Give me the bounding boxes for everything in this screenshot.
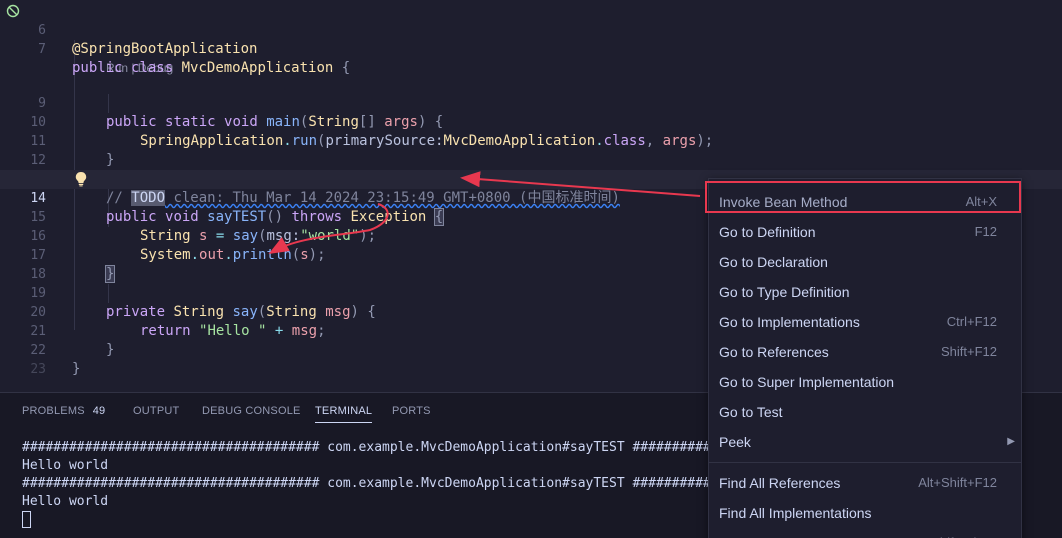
code-line: 13 // TODO clean: Thu Mar 14 2024 23:15:… [0,151,1062,206]
terminal-line: Hello world [22,494,109,509]
menu-item-label: Go to Implementations [719,314,860,330]
context-menu: Invoke Bean Method Alt+X Go to Definitio… [708,178,1022,538]
terminal-line: ###################################### c… [22,440,711,455]
menu-item-find-all-implementations[interactable]: Find All Implementations [709,498,1021,528]
terminal-line: Hello world [22,458,109,473]
code-line: 6 @SpringBootApplication [0,2,1062,57]
code-token: MvcDemoApplication [181,60,334,76]
menu-item-shortcut: Alt+Shift+F12 [918,475,997,490]
menu-item-label: Find All Implementations [719,505,872,521]
menu-item-find-all-references[interactable]: Find All References Alt+Shift+F12 [709,468,1021,498]
line-number: 7 [38,42,46,57]
tab-problems[interactable]: PROBLEMS 49 [22,405,105,423]
code-line: 12 [0,132,1062,168]
tab-label: PROBLEMS [22,405,85,417]
tab-terminal[interactable]: TERMINAL [315,405,373,423]
menu-item-go-to-definition[interactable]: Go to Definition F12 [709,217,1021,247]
tab-output[interactable]: OUTPUT [133,405,179,423]
menu-item-label: Go to Test [719,404,783,420]
menu-item-go-to-references[interactable]: Go to References Shift+F12 [709,337,1021,367]
menu-item-show-call-hierarchy[interactable]: Show Call Hierarchy Shift+Alt+H [709,528,1021,538]
menu-item-label: Invoke Bean Method [719,194,848,210]
code-token: public [72,60,123,76]
menu-item-label: Go to References [719,344,829,360]
code-line: 10 SpringApplication.run(primarySource:M… [0,94,1062,149]
lightbulb-icon[interactable] [74,171,88,187]
menu-item-shortcut: Ctrl+F12 [946,314,997,329]
menu-item-label: Peek [719,434,751,450]
menu-item-shortcut: Shift+Alt+H [931,528,997,538]
line-number: 23 [30,362,46,377]
code-token: @SpringBootApplication [72,41,258,57]
menu-item-go-to-super-implementation[interactable]: Go to Super Implementation [709,367,1021,397]
code-line: 9 public static void main(String[] args)… [0,75,1062,130]
terminal-cursor [22,511,31,528]
menu-item-peek[interactable]: Peek ▶ [709,427,1021,457]
menu-item-invoke-bean-method[interactable]: Invoke Bean Method Alt+X [709,187,1021,217]
menu-separator [709,462,1021,463]
menu-item-go-to-implementations[interactable]: Go to Implementations Ctrl+F12 [709,307,1021,337]
menu-item-go-to-test[interactable]: Go to Test [709,397,1021,427]
menu-item-shortcut: Alt+X [965,194,997,209]
code-token: } [72,361,81,377]
code-token: { [341,60,351,76]
menu-item-go-to-type-definition[interactable]: Go to Type Definition [709,277,1021,307]
terminal-line: ###################################### c… [22,476,711,491]
code-line: 7 public class MvcDemoApplication { [0,21,1062,76]
menu-item-label: Go to Definition [719,224,816,240]
terminal-output[interactable]: ###################################### c… [22,439,711,529]
menu-item-label: Go to Declaration [719,254,828,270]
menu-item-label: Go to Type Definition [719,284,850,300]
menu-item-label: Go to Super Implementation [719,374,895,390]
menu-item-label: Show Call Hierarchy [719,528,846,538]
code-token: class [131,60,174,76]
terminal-prompt[interactable] [22,511,711,529]
menu-item-go-to-declaration[interactable]: Go to Declaration [709,247,1021,277]
code-line: 11 } [0,113,1062,168]
tab-ports[interactable]: PORTS [392,405,431,423]
chevron-right-icon: ▶ [1007,436,1015,447]
menu-item-shortcut: Shift+F12 [940,344,997,359]
tab-debug-console[interactable]: DEBUG CONSOLE [202,405,301,423]
menu-item-shortcut: F12 [974,224,997,239]
menu-item-label: Find All References [719,475,841,491]
problems-count-badge: 49 [92,405,106,417]
